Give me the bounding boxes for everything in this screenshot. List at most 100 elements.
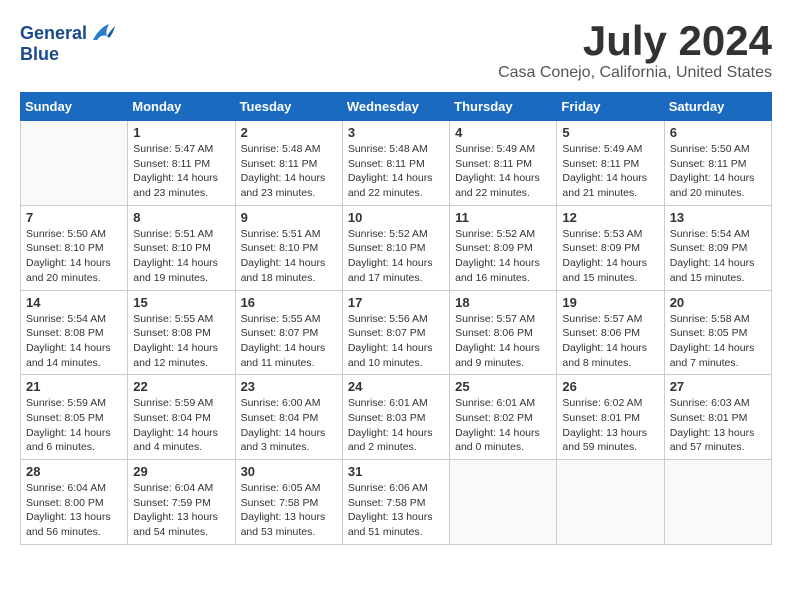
day-number: 28 (26, 464, 122, 479)
day-info: Sunrise: 6:00 AM Sunset: 8:04 PM Dayligh… (241, 396, 337, 455)
day-info: Sunrise: 6:01 AM Sunset: 8:02 PM Dayligh… (455, 396, 551, 455)
day-number: 19 (562, 295, 658, 310)
weekday-header: Tuesday (235, 93, 342, 121)
calendar-cell: 1 Sunrise: 5:47 AM Sunset: 8:11 PM Daylig… (128, 121, 235, 206)
weekday-header: Saturday (664, 93, 771, 121)
day-info: Sunrise: 5:57 AM Sunset: 8:06 PM Dayligh… (562, 312, 658, 371)
day-number: 7 (26, 210, 122, 225)
day-info: Sunrise: 5:54 AM Sunset: 8:08 PM Dayligh… (26, 312, 122, 371)
calendar-cell: 28 Sunrise: 6:04 AM Sunset: 8:00 PM Dayli… (21, 460, 128, 545)
calendar-cell: 15Sunrise: 5:55 AM Sunset: 8:08 PM Dayli… (128, 290, 235, 375)
weekday-header: Wednesday (342, 93, 449, 121)
calendar-cell: 27Sunrise: 6:03 AM Sunset: 8:01 PM Dayli… (664, 375, 771, 460)
day-number: 1 (133, 125, 229, 140)
calendar-cell: 18 Sunrise: 5:57 AM Sunset: 8:06 PM Dayli… (450, 290, 557, 375)
day-info: Sunrise: 5:50 AM Sunset: 8:11 PM Dayligh… (670, 142, 766, 201)
calendar-week-row: 14 Sunrise: 5:54 AM Sunset: 8:08 PM Dayli… (21, 290, 772, 375)
day-number: 3 (348, 125, 444, 140)
day-info: Sunrise: 5:59 AM Sunset: 8:04 PM Dayligh… (133, 396, 229, 455)
day-info: Sunrise: 5:52 AM Sunset: 8:10 PM Dayligh… (348, 227, 444, 286)
day-number: 21 (26, 379, 122, 394)
calendar-cell: 3 Sunrise: 5:48 AM Sunset: 8:11 PM Daylig… (342, 121, 449, 206)
day-number: 9 (241, 210, 337, 225)
day-info: Sunrise: 5:55 AM Sunset: 8:08 PM Dayligh… (133, 312, 229, 371)
day-info: Sunrise: 6:04 AM Sunset: 8:00 PM Dayligh… (26, 481, 122, 540)
calendar-cell: 25 Sunrise: 6:01 AM Sunset: 8:02 PM Dayli… (450, 375, 557, 460)
day-number: 31 (348, 464, 444, 479)
day-info: Sunrise: 5:50 AM Sunset: 8:10 PM Dayligh… (26, 227, 122, 286)
day-number: 4 (455, 125, 551, 140)
calendar-cell: 29 Sunrise: 6:04 AM Sunset: 7:59 PM Dayli… (128, 460, 235, 545)
calendar-cell (664, 460, 771, 545)
logo-bird-icon (89, 20, 117, 48)
day-number: 10 (348, 210, 444, 225)
day-info: Sunrise: 6:01 AM Sunset: 8:03 PM Dayligh… (348, 396, 444, 455)
page-header: General Blue July 2024 Casa Conejo, Cali… (20, 20, 772, 82)
day-number: 18 (455, 295, 551, 310)
day-number: 5 (562, 125, 658, 140)
weekday-header: Thursday (450, 93, 557, 121)
day-info: Sunrise: 6:04 AM Sunset: 7:59 PM Dayligh… (133, 481, 229, 540)
day-info: Sunrise: 5:48 AM Sunset: 8:11 PM Dayligh… (348, 142, 444, 201)
day-info: Sunrise: 5:47 AM Sunset: 8:11 PM Dayligh… (133, 142, 229, 201)
calendar-week-row: 21 Sunrise: 5:59 AM Sunset: 8:05 PM Dayli… (21, 375, 772, 460)
day-info: Sunrise: 5:56 AM Sunset: 8:07 PM Dayligh… (348, 312, 444, 371)
calendar-cell: 23 Sunrise: 6:00 AM Sunset: 8:04 PM Dayli… (235, 375, 342, 460)
day-number: 23 (241, 379, 337, 394)
day-info: Sunrise: 5:58 AM Sunset: 8:05 PM Dayligh… (670, 312, 766, 371)
day-info: Sunrise: 5:49 AM Sunset: 8:11 PM Dayligh… (455, 142, 551, 201)
day-info: Sunrise: 5:48 AM Sunset: 8:11 PM Dayligh… (241, 142, 337, 201)
calendar-cell: 31 Sunrise: 6:06 AM Sunset: 7:58 PM Dayli… (342, 460, 449, 545)
day-info: Sunrise: 5:51 AM Sunset: 8:10 PM Dayligh… (133, 227, 229, 286)
day-number: 20 (670, 295, 766, 310)
day-info: Sunrise: 5:53 AM Sunset: 8:09 PM Dayligh… (562, 227, 658, 286)
location: Casa Conejo, California, United States (498, 64, 772, 82)
weekday-header: Sunday (21, 93, 128, 121)
calendar-cell: 7 Sunrise: 5:50 AM Sunset: 8:10 PM Daylig… (21, 205, 128, 290)
calendar-cell: 20 Sunrise: 5:58 AM Sunset: 8:05 PM Dayli… (664, 290, 771, 375)
logo: General Blue (20, 20, 117, 65)
day-info: Sunrise: 5:59 AM Sunset: 8:05 PM Dayligh… (26, 396, 122, 455)
day-info: Sunrise: 5:51 AM Sunset: 8:10 PM Dayligh… (241, 227, 337, 286)
calendar-cell: 8 Sunrise: 5:51 AM Sunset: 8:10 PM Daylig… (128, 205, 235, 290)
calendar-cell: 19 Sunrise: 5:57 AM Sunset: 8:06 PM Dayli… (557, 290, 664, 375)
day-info: Sunrise: 6:06 AM Sunset: 7:58 PM Dayligh… (348, 481, 444, 540)
day-number: 13 (670, 210, 766, 225)
calendar-cell: 12 Sunrise: 5:53 AM Sunset: 8:09 PM Dayli… (557, 205, 664, 290)
day-number: 29 (133, 464, 229, 479)
day-number: 12 (562, 210, 658, 225)
calendar-cell: 17Sunrise: 5:56 AM Sunset: 8:07 PM Dayli… (342, 290, 449, 375)
calendar-cell: 26Sunrise: 6:02 AM Sunset: 8:01 PM Dayli… (557, 375, 664, 460)
weekday-header: Friday (557, 93, 664, 121)
calendar-week-row: 7 Sunrise: 5:50 AM Sunset: 8:10 PM Daylig… (21, 205, 772, 290)
day-info: Sunrise: 6:05 AM Sunset: 7:58 PM Dayligh… (241, 481, 337, 540)
day-number: 8 (133, 210, 229, 225)
day-number: 26 (562, 379, 658, 394)
day-number: 30 (241, 464, 337, 479)
day-number: 11 (455, 210, 551, 225)
calendar-cell: 10 Sunrise: 5:52 AM Sunset: 8:10 PM Dayli… (342, 205, 449, 290)
calendar-cell: 14 Sunrise: 5:54 AM Sunset: 8:08 PM Dayli… (21, 290, 128, 375)
calendar-cell (21, 121, 128, 206)
day-number: 27 (670, 379, 766, 394)
day-info: Sunrise: 5:55 AM Sunset: 8:07 PM Dayligh… (241, 312, 337, 371)
weekday-header-row: SundayMondayTuesdayWednesdayThursdayFrid… (21, 93, 772, 121)
day-info: Sunrise: 5:54 AM Sunset: 8:09 PM Dayligh… (670, 227, 766, 286)
title-area: July 2024 Casa Conejo, California, Unite… (498, 20, 772, 82)
calendar-cell (557, 460, 664, 545)
calendar-cell: 6Sunrise: 5:50 AM Sunset: 8:11 PM Daylig… (664, 121, 771, 206)
calendar-cell: 30 Sunrise: 6:05 AM Sunset: 7:58 PM Dayli… (235, 460, 342, 545)
day-number: 25 (455, 379, 551, 394)
day-info: Sunrise: 5:52 AM Sunset: 8:09 PM Dayligh… (455, 227, 551, 286)
calendar-cell: 9 Sunrise: 5:51 AM Sunset: 8:10 PM Daylig… (235, 205, 342, 290)
calendar-table: SundayMondayTuesdayWednesdayThursdayFrid… (20, 92, 772, 545)
day-info: Sunrise: 5:57 AM Sunset: 8:06 PM Dayligh… (455, 312, 551, 371)
calendar-cell: 2Sunrise: 5:48 AM Sunset: 8:11 PM Daylig… (235, 121, 342, 206)
day-number: 14 (26, 295, 122, 310)
calendar-week-row: 1 Sunrise: 5:47 AM Sunset: 8:11 PM Daylig… (21, 121, 772, 206)
calendar-cell: 21 Sunrise: 5:59 AM Sunset: 8:05 PM Dayli… (21, 375, 128, 460)
weekday-header: Monday (128, 93, 235, 121)
month-title: July 2024 (498, 20, 772, 62)
calendar-cell: 11 Sunrise: 5:52 AM Sunset: 8:09 PM Dayli… (450, 205, 557, 290)
day-number: 22 (133, 379, 229, 394)
